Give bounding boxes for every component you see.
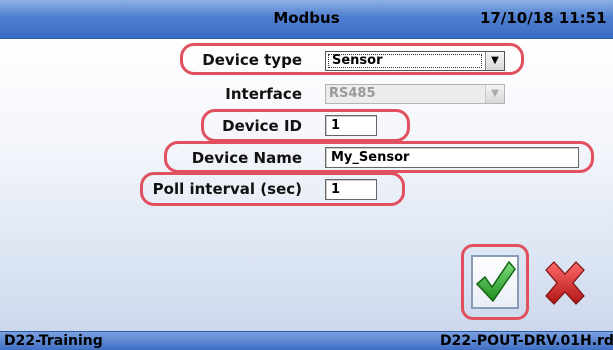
- poll-interval-label: Poll interval (sec): [152, 180, 302, 198]
- device-type-value: Sensor: [332, 53, 383, 68]
- chevron-down-icon: ▼: [485, 85, 504, 103]
- interface-value: RS485: [329, 86, 376, 101]
- device-type-label: Device type: [202, 51, 302, 69]
- cancel-button[interactable]: [540, 258, 590, 310]
- status-right-text: D22-POUT-DRV.01H.rdx: [440, 333, 613, 349]
- interface-label: Interface: [225, 85, 302, 103]
- poll-interval-value: 1: [331, 182, 341, 197]
- ok-button-face: [471, 255, 519, 309]
- checkmark-icon: [475, 260, 516, 303]
- ok-button[interactable]: [461, 244, 529, 320]
- status-bar: D22-Training D22-POUT-DRV.01H.rdx: [0, 331, 613, 350]
- device-name-field[interactable]: My_Sensor: [325, 147, 579, 168]
- close-icon: [545, 261, 585, 305]
- title-bar: Modbus 17/10/18 11:51: [0, 0, 613, 39]
- device-type-select[interactable]: Sensor ▼: [325, 51, 505, 71]
- clock: 17/10/18 11:51: [480, 9, 607, 27]
- device-id-field[interactable]: 1: [325, 115, 377, 136]
- status-left-text: D22-Training: [4, 333, 103, 349]
- device-name-label: Device Name: [191, 149, 302, 167]
- poll-interval-field[interactable]: 1: [325, 179, 377, 200]
- device-id-label: Device ID: [222, 117, 302, 135]
- device-name-value: My_Sensor: [331, 150, 410, 165]
- device-id-value: 1: [331, 118, 341, 133]
- interface-select: RS485 ▼: [325, 84, 505, 104]
- chevron-down-icon[interactable]: ▼: [485, 52, 504, 70]
